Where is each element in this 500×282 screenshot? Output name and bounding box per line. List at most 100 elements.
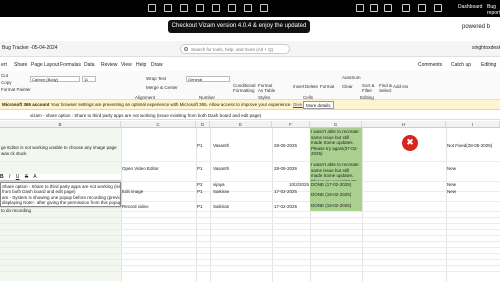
tab-data[interactable]: Data: [84, 62, 95, 68]
catchup-button[interactable]: Catch up: [451, 62, 471, 68]
cell-f-row4[interactable]: 17-02-2025: [274, 189, 297, 195]
insert-button[interactable]: Insert: [293, 84, 304, 89]
column-header-e[interactable]: E: [210, 121, 272, 128]
cell-g-row2[interactable]: I wasn't able to recreate same issue but…: [311, 162, 361, 181]
format-as-table-button[interactable]: Format As Table: [258, 83, 276, 93]
cell-d-row3[interactable]: P3: [197, 182, 203, 188]
addins-button[interactable]: Add-ins: [393, 84, 408, 89]
column-header-i[interactable]: I: [446, 121, 500, 128]
cell-d-row2[interactable]: P1: [197, 166, 203, 172]
tab-draw[interactable]: Draw: [151, 62, 163, 68]
more-details-button[interactable]: More details: [303, 101, 334, 109]
dashboard-link[interactable]: Dashboard: [458, 4, 482, 10]
blur-icon[interactable]: [228, 4, 236, 12]
copy-button[interactable]: Copy: [1, 80, 12, 85]
cell-c-row4[interactable]: Edit image: [122, 189, 143, 195]
redo-icon[interactable]: [260, 4, 268, 12]
italic-icon[interactable]: I: [9, 174, 10, 180]
wrap-text-button[interactable]: Wrap Text: [146, 76, 166, 81]
cell-d-row4[interactable]: P1: [197, 189, 203, 195]
editing-button[interactable]: Editing: [481, 62, 496, 68]
cell-i-row1[interactable]: Not Fixed(28-05-2025): [447, 143, 492, 149]
record-icon[interactable]: [356, 4, 364, 12]
share-icon[interactable]: [418, 4, 426, 12]
cell-i-row3[interactable]: New: [447, 182, 456, 188]
cell-d-row5[interactable]: P1: [197, 204, 203, 210]
cell-f-row2[interactable]: 28-05-2025: [274, 166, 297, 172]
cell-edit-box[interactable]: Share option - Share to third party apps…: [0, 182, 121, 207]
conditional-formatting-button[interactable]: Conditional Formatting: [233, 83, 259, 93]
grid-line: [0, 211, 500, 212]
user-name[interactable]: singhtoxdesk: [472, 45, 500, 51]
cell-g-row4[interactable]: DONE (19-02-2025): [311, 192, 351, 198]
cell-f-row1[interactable]: 28-05-2025: [274, 143, 297, 149]
formula-text: vizam - share option : Share to third pa…: [30, 113, 262, 118]
tab-view[interactable]: View: [121, 62, 132, 68]
cell-b-row1[interactable]: ge Editor is not working unable to choos…: [1, 145, 120, 156]
cell-g-row1[interactable]: I wasn't able to recreate same issue but…: [311, 129, 361, 157]
cell-e-row5[interactable]: Saikiran: [213, 204, 229, 210]
undo-icon[interactable]: [244, 4, 252, 12]
underline-icon[interactable]: U: [16, 174, 20, 180]
link-icon[interactable]: [402, 4, 410, 12]
ribbon-tabs: ert Share Page Layout Formulas Data Revi…: [0, 60, 500, 70]
cell-g-row3[interactable]: DONE (17-02-2025): [311, 182, 351, 188]
merge-center-button[interactable]: Merge & Center: [146, 85, 178, 90]
column-header-c[interactable]: C: [121, 121, 196, 128]
download-icon[interactable]: [434, 4, 442, 12]
cell-e-row2[interactable]: Vasanth: [213, 166, 229, 172]
tab-review[interactable]: Review: [101, 62, 117, 68]
tab-help[interactable]: Help: [136, 62, 146, 68]
crop-icon[interactable]: [148, 4, 156, 12]
grid-line: [0, 223, 500, 224]
tab-page-layout[interactable]: Page Layout: [31, 62, 59, 68]
cell-c-row5[interactable]: Record video: [122, 204, 149, 210]
column-header-d[interactable]: D: [196, 121, 210, 128]
tab-insert[interactable]: ert: [1, 62, 7, 68]
search-input[interactable]: Search for tools, help, and more (Alt + …: [180, 44, 290, 54]
grid-line: [0, 259, 500, 260]
cut-button[interactable]: Cut: [1, 73, 8, 78]
cell-format-toolbar: B I U S A: [0, 174, 121, 181]
bold-icon[interactable]: B: [0, 174, 4, 180]
tab-share[interactable]: Share: [14, 62, 27, 68]
bug-report-link[interactable]: Bug report: [487, 4, 500, 16]
cell-e-row1[interactable]: Vasanth: [213, 143, 229, 149]
column-header-g[interactable]: G: [310, 121, 362, 128]
expand-icon[interactable]: [164, 4, 172, 12]
column-header-h[interactable]: H: [362, 121, 446, 128]
copy-icon[interactable]: [384, 4, 392, 12]
format-painter-button[interactable]: Format Painter: [1, 87, 31, 92]
tab-formulas[interactable]: Formulas: [60, 62, 81, 68]
cell-i-row2[interactable]: New: [447, 166, 456, 172]
cell-f-row3[interactable]: 10/2/2025: [274, 182, 309, 188]
column-header-f[interactable]: F: [272, 121, 310, 128]
text-icon[interactable]: [196, 4, 204, 12]
cell-i-row4[interactable]: New: [447, 189, 456, 195]
announcement-banner[interactable]: Checkout Vizam version 4.0.4 & enjoy the…: [168, 20, 310, 42]
delete-button[interactable]: Delete: [305, 84, 318, 89]
cell-g-row5[interactable]: DONE (19-02-2025): [311, 203, 351, 209]
format-button[interactable]: Format: [320, 84, 334, 89]
strikethrough-icon[interactable]: S: [25, 174, 28, 180]
draw-icon[interactable]: [212, 4, 220, 12]
editor-line-2: from both Dash board and edit page): [2, 189, 76, 194]
formula-bar[interactable]: vizam - share option : Share to third pa…: [0, 111, 500, 120]
cell-e-row3[interactable]: vijaya: [213, 182, 225, 188]
shapes-icon[interactable]: [370, 4, 378, 12]
cell-d-row1[interactable]: P1: [197, 143, 203, 149]
message-text: Your browser settings are preventing an …: [50, 102, 292, 107]
number-format-select[interactable]: General: [186, 76, 230, 82]
cell-c-row2[interactable]: Open Video Editor: [122, 166, 159, 172]
comments-button[interactable]: Comments: [418, 62, 442, 68]
font-select[interactable]: Carbon (Body): [30, 76, 80, 82]
column-header-b[interactable]: B: [0, 121, 121, 128]
grid-icon[interactable]: [180, 4, 188, 12]
clear-button[interactable]: Clear: [342, 84, 353, 89]
spreadsheet-grid[interactable]: B C D E F G H I ge Editor is not working…: [0, 121, 500, 282]
font-size-select[interactable]: 11: [82, 76, 96, 82]
cell-e-row4[interactable]: Saikiran: [213, 189, 229, 195]
cell-f-row5[interactable]: 17-02-2025: [274, 204, 297, 210]
autosum-button[interactable]: AutoSum: [342, 75, 361, 80]
font-color-icon[interactable]: A: [33, 174, 36, 180]
